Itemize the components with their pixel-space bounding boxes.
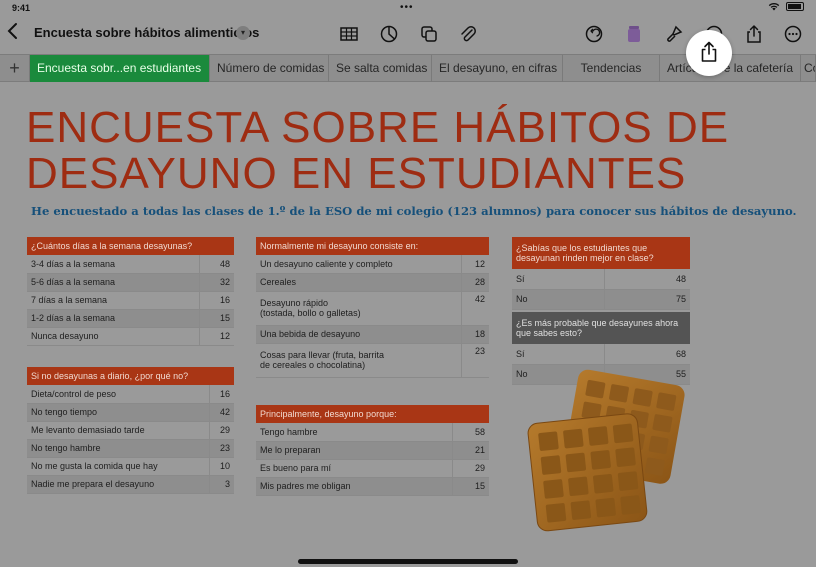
table-icon[interactable]: [339, 24, 359, 44]
table-row: Me levanto demasiado tarde 29: [27, 421, 234, 440]
brush-icon[interactable]: [664, 24, 684, 44]
shapes-icon[interactable]: [419, 24, 439, 44]
table-row: Cosas para llevar (fruta, barrita de cer…: [256, 343, 489, 378]
page-subtitle[interactable]: He encuestado a todas las clases de 1.º …: [31, 204, 797, 218]
status-bar: 9:41 •••: [0, 0, 816, 16]
table-header: ¿Es más probable que desayunes ahora que…: [512, 312, 690, 344]
table-row: Tengo hambre 58: [256, 423, 489, 442]
table-row: Sí 48: [512, 269, 690, 290]
title-line-2: DESAYUNO EN ESTUDIANTES: [26, 149, 687, 198]
sheet-canvas: ENCUESTA SOBRE HÁBITOS DE DESAYUNO EN ES…: [0, 83, 816, 567]
table-row: Sí 68: [512, 344, 690, 365]
share-icon: [701, 41, 717, 62]
back-icon[interactable]: [6, 22, 24, 44]
table-header: Principalmente, desayuno porque:: [256, 405, 489, 423]
page-title[interactable]: ENCUESTA SOBRE HÁBITOS DE DESAYUNO EN ES…: [26, 105, 729, 197]
table-why-not-breakfast[interactable]: Si no desayunas a diario, ¿por qué no? D…: [27, 367, 234, 494]
multitasking-dots-icon[interactable]: •••: [400, 2, 414, 13]
add-sheet-button[interactable]: +: [0, 55, 30, 82]
more-icon[interactable]: [783, 24, 803, 44]
table-row: 3-4 días a la semana 48: [27, 255, 234, 274]
clock: 9:41: [12, 3, 31, 13]
table-header: ¿Cuántos días a la semana desayunas?: [27, 237, 234, 255]
table-row: 7 días a la semana 16: [27, 291, 234, 310]
share-icon-secondary[interactable]: [744, 24, 764, 44]
table-row: Desayuno rápido (tostada, bollo o gallet…: [256, 291, 489, 326]
table-row: No 75: [512, 289, 690, 310]
table-row: Nadie me prepara el desayuno 3: [27, 475, 234, 494]
tab-se-salta-comidas[interactable]: Se salta comidas: [329, 55, 432, 82]
waffle-front: [527, 413, 648, 532]
table-row: No me gusta la comida que hay 10: [27, 457, 234, 476]
tab-tendencias[interactable]: Tendencias: [563, 55, 660, 82]
tab-encuesta[interactable]: Encuesta sobr...en estudiantes: [30, 55, 210, 82]
table-row: 1-2 días a la semana 15: [27, 309, 234, 328]
battery-icon: [786, 2, 804, 11]
table-header: Normalmente mi desayuno consiste en:: [256, 237, 489, 255]
chart-icon[interactable]: [379, 24, 399, 44]
table-row: No tengo tiempo 42: [27, 403, 234, 422]
format-icon[interactable]: [624, 24, 644, 44]
table-row: Cereales 28: [256, 273, 489, 292]
table-row: Mis padres me obligan 15: [256, 477, 489, 496]
table-row: Nunca desayuno 12: [27, 327, 234, 346]
share-button[interactable]: [686, 30, 732, 76]
undo-icon[interactable]: [584, 24, 604, 44]
table-row: Es bueno para mí 29: [256, 459, 489, 478]
attachment-icon[interactable]: [458, 24, 478, 44]
table-perform-better[interactable]: ¿Sabías que los estudiantes que desayuna…: [512, 237, 690, 310]
table-breakfast-contents[interactable]: Normalmente mi desayuno consiste en: Un …: [256, 237, 489, 378]
tab-co[interactable]: Co: [801, 55, 816, 82]
title-line-1: ENCUESTA SOBRE HÁBITOS DE: [26, 103, 730, 152]
wifi-icon: [768, 3, 780, 11]
chevron-down-icon[interactable]: ▾: [236, 26, 250, 40]
table-row: Me lo preparan 21: [256, 441, 489, 460]
table-row: 5-6 días a la semana 32: [27, 273, 234, 292]
table-header: ¿Sabías que los estudiantes que desayuna…: [512, 237, 690, 269]
table-row: No tengo hambre 23: [27, 439, 234, 458]
table-breakfast-reasons[interactable]: Principalmente, desayuno porque: Tengo h…: [256, 405, 489, 496]
home-indicator[interactable]: [298, 559, 518, 564]
table-breakfast-days[interactable]: ¿Cuántos días a la semana desayunas? 3-4…: [27, 237, 234, 346]
tab-desayuno-en-cifras[interactable]: El desayuno, en cifras: [432, 55, 563, 82]
table-row: Una bebida de desayuno 18: [256, 325, 489, 344]
status-icons: [768, 2, 804, 11]
table-header: Si no desayunas a diario, ¿por qué no?: [27, 367, 234, 385]
table-row: Un desayuno caliente y completo 12: [256, 255, 489, 274]
table-row: Dieta/control de peso 16: [27, 385, 234, 404]
document-title[interactable]: Encuesta sobre hábitos alimenticios: [34, 25, 259, 40]
tab-numero-de-comidas[interactable]: Número de comidas: [210, 55, 329, 82]
waffle-image[interactable]: [520, 368, 690, 533]
